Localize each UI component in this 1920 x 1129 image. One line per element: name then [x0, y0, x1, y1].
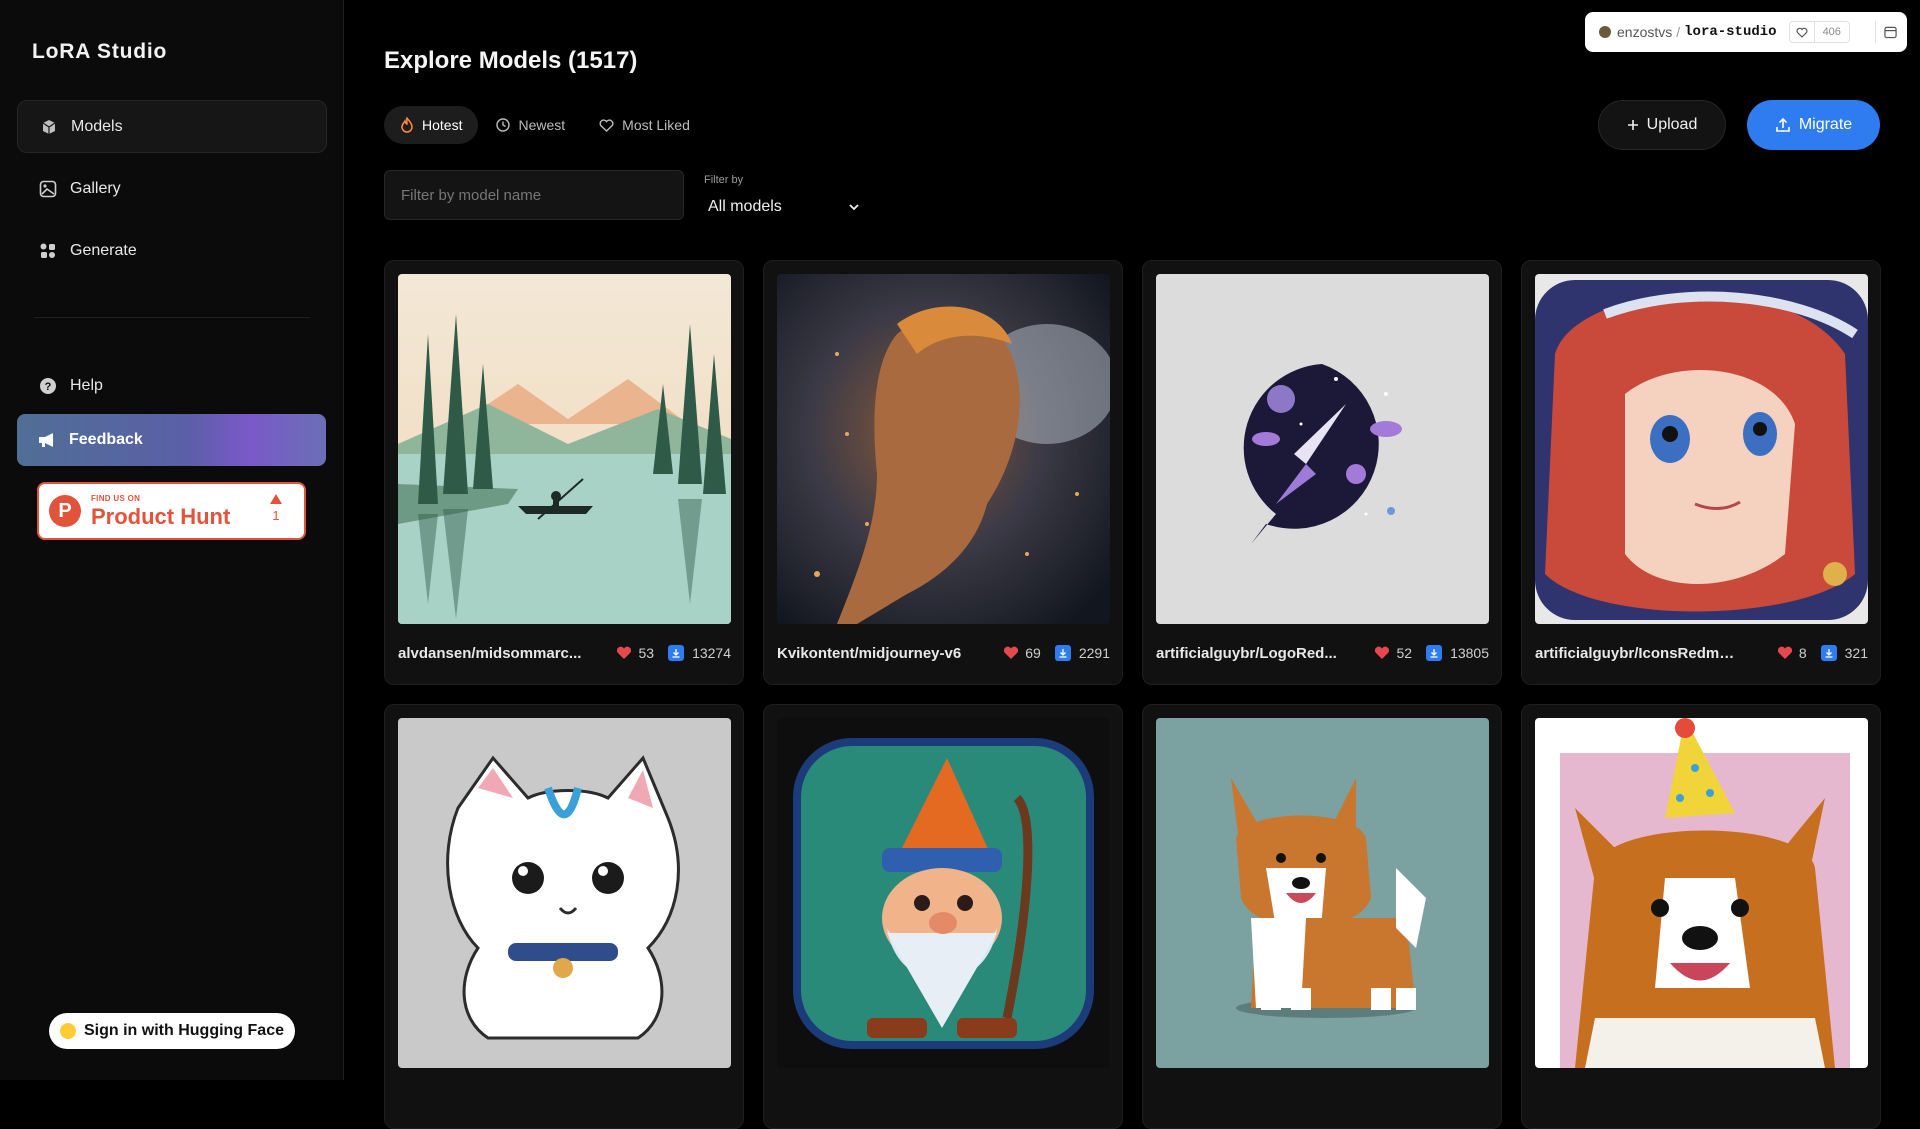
heart-filled-icon	[1003, 646, 1019, 660]
sidebar-item-models[interactable]: Models	[17, 100, 327, 153]
page-title: Explore Models (1517)	[384, 47, 638, 74]
model-name[interactable]: Kvikontent/midjourney-v6	[777, 645, 961, 662]
heart-filled-icon	[1777, 646, 1793, 660]
product-hunt-logo: P	[49, 495, 81, 527]
feedback-button[interactable]: Feedback	[17, 414, 326, 466]
upload-button[interactable]: Upload	[1598, 100, 1726, 150]
heart-filled-icon	[616, 646, 632, 660]
model-card[interactable]: artificialguybr/IconsRedmo... 8 321	[1521, 260, 1881, 685]
download-count: 13274	[692, 645, 731, 661]
model-stats: 69 2291	[1003, 645, 1110, 661]
sidebar-item-gallery[interactable]: Gallery	[17, 162, 327, 215]
feedback-label: Feedback	[69, 431, 143, 448]
product-hunt-badge[interactable]: P FIND US ON Product Hunt 1	[37, 482, 306, 540]
tab-label: Newest	[518, 117, 566, 133]
sidebar-item-label: Gallery	[70, 179, 121, 197]
model-thumbnail	[398, 274, 731, 624]
like-count: 53	[638, 645, 655, 661]
model-thumbnail	[777, 718, 1110, 1068]
hugging-face-icon	[60, 1023, 76, 1039]
model-name[interactable]: artificialguybr/IconsRedmo...	[1535, 645, 1735, 662]
heart-filled-icon	[1374, 646, 1390, 660]
model-card[interactable]	[1142, 704, 1502, 1129]
download-count: 2291	[1078, 645, 1110, 661]
model-thumbnail	[1535, 274, 1868, 624]
tab-label: Hotest	[422, 117, 463, 133]
sparkles-icon	[39, 242, 57, 260]
like-count: 69	[1025, 645, 1041, 661]
megaphone-icon	[37, 432, 57, 448]
model-stats: 8 321	[1777, 645, 1868, 661]
tab-label: Most Liked	[622, 117, 690, 133]
upload-label: Upload	[1646, 116, 1698, 133]
download-icon	[1820, 645, 1837, 661]
download-count: 13805	[1450, 645, 1489, 661]
like-count: 8	[1798, 645, 1807, 661]
filter-label: Filter by	[704, 174, 744, 186]
product-hunt-title: Product Hunt	[91, 503, 231, 529]
model-thumbnail	[398, 718, 731, 1068]
sort-tabs: Hotest Newest Most Liked	[384, 106, 708, 144]
cube-icon	[40, 118, 58, 136]
svg-text:?: ?	[45, 381, 52, 393]
sidebar-item-label: Generate	[70, 241, 137, 259]
model-thumbnail	[1535, 718, 1868, 1068]
sidebar-item-generate[interactable]: Generate	[17, 224, 327, 277]
heart-icon	[599, 118, 614, 132]
model-stats: 53 13274	[616, 645, 731, 661]
model-thumbnail	[1156, 274, 1489, 624]
plus-icon	[1627, 119, 1639, 131]
sidebar-item-label: Help	[70, 376, 103, 394]
download-icon	[668, 645, 685, 661]
model-search-input[interactable]	[384, 170, 684, 220]
main-content: Explore Models (1517) Hotest Newest Most…	[384, 0, 1881, 1129]
tab-newest[interactable]: Newest	[480, 106, 581, 144]
signin-button[interactable]: Sign in with Hugging Face	[49, 1013, 295, 1049]
model-stats: 52 13805	[1374, 645, 1489, 661]
model-name[interactable]: artificialguybr/LogoRed...	[1156, 645, 1337, 662]
clock-icon	[496, 118, 511, 132]
image-icon	[39, 180, 57, 198]
upload-arrow-icon	[1775, 117, 1791, 133]
model-thumbnail	[777, 274, 1110, 624]
product-hunt-vote-count: 1	[272, 508, 280, 523]
like-count: 52	[1396, 645, 1413, 661]
signin-label: Sign in with Hugging Face	[84, 1022, 284, 1039]
sidebar: LoRA Studio Models Gallery Generate ? He…	[0, 0, 344, 1080]
download-count: 321	[1844, 645, 1868, 661]
download-icon	[1054, 645, 1071, 661]
model-card[interactable]	[384, 704, 744, 1129]
product-hunt-small-text: FIND US ON	[91, 493, 141, 503]
model-card[interactable]	[763, 704, 1123, 1129]
help-icon: ?	[39, 377, 57, 395]
upvote-icon	[270, 494, 282, 504]
tab-hotest[interactable]: Hotest	[384, 106, 479, 144]
tab-most-liked[interactable]: Most Liked	[583, 106, 706, 144]
model-card[interactable]: alvdansen/midsommarc... 53 13274	[384, 260, 744, 685]
download-icon	[1426, 645, 1443, 661]
brand-title: LoRA Studio	[32, 40, 168, 63]
model-card[interactable]: Kvikontent/midjourney-v6 69 2291	[763, 260, 1123, 685]
sidebar-item-help[interactable]: ? Help	[17, 359, 327, 412]
flame-icon	[400, 117, 414, 133]
migrate-label: Migrate	[1798, 116, 1853, 133]
model-card[interactable]: artificialguybr/LogoRed... 52 13805	[1142, 260, 1502, 685]
filter-select[interactable]: All models	[704, 193, 864, 221]
chevron-down-icon	[848, 203, 860, 211]
model-thumbnail	[1156, 718, 1489, 1068]
product-hunt-votes: 1	[270, 494, 282, 524]
migrate-button[interactable]: Migrate	[1747, 100, 1880, 150]
sidebar-item-label: Models	[71, 117, 123, 135]
model-card[interactable]	[1521, 704, 1881, 1129]
model-name[interactable]: alvdansen/midsommarc...	[398, 645, 581, 662]
sidebar-divider	[34, 317, 310, 318]
filter-value: All models	[708, 198, 782, 215]
